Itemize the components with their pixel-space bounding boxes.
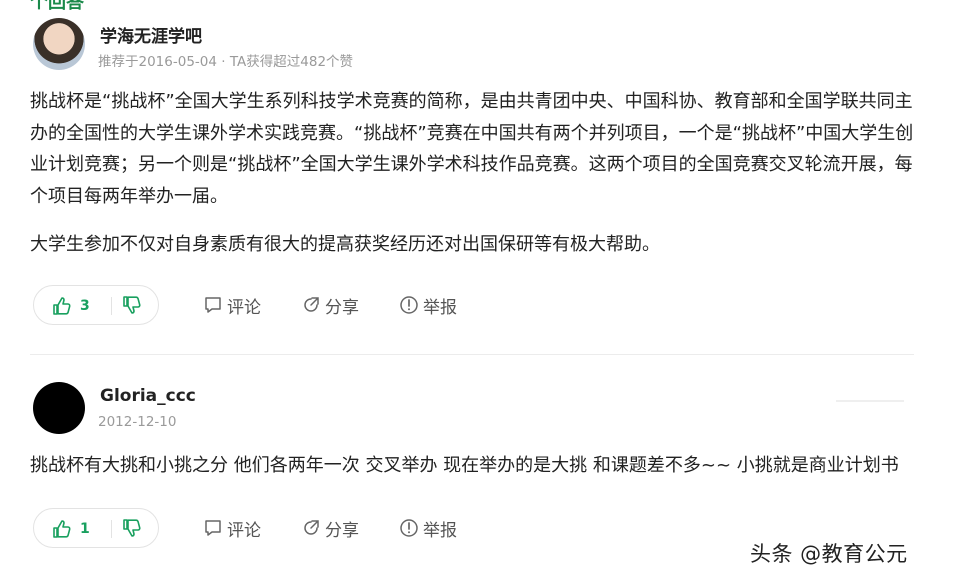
report-icon	[399, 518, 419, 538]
thumbs-up-icon	[52, 519, 72, 539]
username[interactable]: 学海无涯学吧	[100, 22, 202, 47]
report-button[interactable]: 举报	[399, 293, 457, 318]
share-label: 分享	[325, 297, 359, 318]
answer-meta: 推荐于2016-05-04 · TA获得超过482个赞	[98, 54, 354, 70]
comment-icon	[203, 518, 223, 538]
share-button[interactable]: 分享	[301, 516, 359, 541]
comment-button[interactable]: 评论	[203, 293, 261, 318]
thumbs-down-icon	[122, 295, 142, 315]
username[interactable]: Gloria_ccc	[100, 386, 196, 406]
avatar[interactable]	[33, 382, 85, 434]
thumbs-up-icon	[52, 296, 72, 316]
answer-author-row: 学海无涯学吧 推荐于2016-05-04 · TA获得超过482个赞	[30, 18, 914, 74]
share-button[interactable]: 分享	[301, 293, 359, 318]
report-label: 举报	[423, 297, 457, 318]
answer-item: 学海无涯学吧 推荐于2016-05-04 · TA获得超过482个赞 挑战杯是“…	[30, 18, 914, 329]
answer-count-header: 个回答	[30, 0, 84, 13]
report-icon	[399, 295, 419, 315]
share-icon	[301, 295, 321, 315]
thumbs-down-icon	[122, 518, 142, 538]
report-button[interactable]: 举报	[399, 516, 457, 541]
answer-text: 挑战杯有大挑和小挑之分 他们各两年一次 交叉举办 现在举办的是大挑 和课题差不多…	[30, 455, 899, 476]
answer-divider	[30, 354, 914, 355]
like-count: 3	[80, 297, 90, 314]
comment-icon	[203, 295, 223, 315]
answer-item: Gloria_ccc 2012-12-10 挑战杯有大挑和小挑之分 他们各两年一…	[30, 382, 914, 552]
downvote-button[interactable]	[122, 518, 142, 538]
downvote-button[interactable]	[122, 295, 142, 315]
like-count: 1	[80, 520, 90, 537]
comment-label: 评论	[227, 520, 261, 541]
answer-actions: 3 评论 分享 举报	[30, 284, 914, 329]
share-icon	[301, 518, 321, 538]
answer-meta: 2012-12-10	[98, 414, 177, 430]
comment-label: 评论	[227, 297, 261, 318]
vote-box: 1	[33, 507, 159, 548]
vote-divider	[111, 296, 112, 315]
upvote-button[interactable]: 1	[52, 518, 90, 540]
watermark: 头条 @教育公元	[750, 542, 908, 566]
vote-box: 3	[33, 284, 159, 325]
answer-text: 挑战杯是“挑战杯”全国大学生系列科技学术竞赛的简称，是由共青团中央、中国科协、教…	[30, 91, 914, 207]
vote-divider	[111, 519, 112, 538]
answer-author-row: Gloria_ccc 2012-12-10	[30, 382, 914, 438]
report-label: 举报	[423, 520, 457, 541]
upvote-button[interactable]: 3	[52, 295, 90, 317]
comment-button[interactable]: 评论	[203, 516, 261, 541]
answer-text: 大学生参加不仅对自身素质有很大的提高获奖经历还对出国保研等有极大帮助。	[30, 234, 660, 255]
share-label: 分享	[325, 520, 359, 541]
avatar[interactable]	[33, 18, 85, 70]
